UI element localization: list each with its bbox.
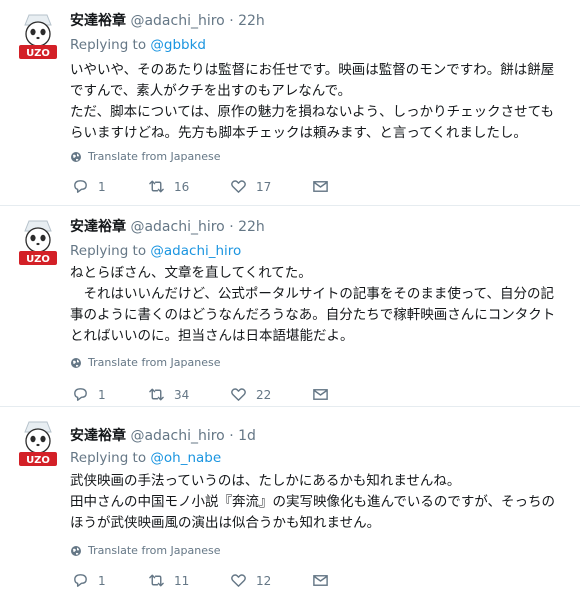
tweet[interactable]: UZO 安達裕章 @adachi_hiro · 1d Replying to @… <box>0 407 580 593</box>
like-count: 12 <box>256 573 272 588</box>
reply-button[interactable]: 1 <box>72 386 106 403</box>
svg-text:UZO: UZO <box>26 48 50 59</box>
retweet-button[interactable]: 16 <box>148 178 189 195</box>
reply-mention-link[interactable]: @oh_nabe <box>150 450 221 466</box>
timestamp[interactable]: 22h <box>238 13 265 29</box>
tweet[interactable]: UZO 安達裕章 @adachi_hiro · 22h Replying to … <box>0 206 580 407</box>
retweet-count: 16 <box>174 179 190 194</box>
replying-to-label: Replying to <box>70 450 147 466</box>
direct-message-button[interactable] <box>312 178 329 195</box>
replying-to-label: Replying to <box>70 243 147 259</box>
reply-button[interactable]: 1 <box>72 572 106 589</box>
tweet-text: いやいや、そのあたりは監督にお任せです。映画は監督のモンですわ。餅は餅屋 ですん… <box>70 60 566 144</box>
retweet-button[interactable]: 11 <box>148 572 189 589</box>
avatar[interactable]: UZO <box>16 216 60 268</box>
retweet-count: 11 <box>174 573 190 588</box>
replying-to-label: Replying to <box>70 37 147 53</box>
tweet-actions: 1 16 17 <box>70 178 350 196</box>
reply-count: 1 <box>98 387 106 402</box>
tweet-text-line: ねとらぼさん、文章を直してくれてた。 <box>70 265 312 281</box>
tweet-text-line: いやいや、そのあたりは監督にお任せです。映画は監督のモンですわ。餅は餅屋 <box>70 62 555 78</box>
tweet[interactable]: UZO 安達裕章 @adachi_hiro · 22h Replying to … <box>0 0 580 206</box>
tweet-actions: 1 11 12 <box>70 572 350 590</box>
tweet-text-line: ですんで、素人がクチを出すのもアレなんで。 <box>70 83 352 99</box>
replying-to: Replying to @gbbkd <box>70 37 206 53</box>
tweet-text: 武侠映画の手法っていうのは、たしかにあるかも知れませんね。 田中さんの中国モノ小… <box>70 471 566 534</box>
retweet-button[interactable]: 34 <box>148 386 189 403</box>
display-name[interactable]: 安達裕章 <box>70 428 126 444</box>
translate-label: Translate from Japanese <box>88 150 221 163</box>
user-handle[interactable]: @adachi_hiro <box>130 13 224 29</box>
user-handle[interactable]: @adachi_hiro <box>130 219 224 235</box>
globe-icon <box>71 545 81 556</box>
retweet-count: 34 <box>174 387 190 402</box>
like-button[interactable]: 12 <box>230 572 271 589</box>
tweet-text-line: とればいいのに。担当さんは日本語堪能だよ。 <box>70 328 354 344</box>
envelope-icon <box>313 575 328 586</box>
svg-text:UZO: UZO <box>26 455 50 466</box>
tweet-text-line: ただ、脚本については、原作の魅力を損ねないよう、しっかりチェックさせても <box>70 104 554 120</box>
timestamp[interactable]: 22h <box>238 219 265 235</box>
tweet-actions: 1 34 22 <box>70 386 350 404</box>
timestamp[interactable]: 1d <box>238 428 256 444</box>
globe-icon <box>71 357 81 368</box>
retweet-icon <box>149 388 164 401</box>
direct-message-button[interactable] <box>312 572 329 589</box>
avatar[interactable]: UZO <box>16 10 60 62</box>
like-button[interactable]: 22 <box>230 386 271 403</box>
heart-icon <box>231 574 246 587</box>
replying-to: Replying to @adachi_hiro <box>70 243 241 259</box>
tweet-header: 安達裕章 @adachi_hiro · 22h <box>70 10 265 30</box>
avatar-image: UZO <box>19 14 57 59</box>
reply-icon <box>74 388 87 401</box>
reply-count: 1 <box>98 179 106 194</box>
replying-to: Replying to @oh_nabe <box>70 450 221 466</box>
translate-link[interactable]: Translate from Japanese <box>70 544 220 557</box>
heart-icon <box>231 388 246 401</box>
globe-icon <box>71 151 81 162</box>
tweet-text: ねとらぼさん、文章を直してくれてた。 それはいいんだけど、公式ポータルサイトの記… <box>70 263 566 347</box>
reply-icon <box>74 180 87 193</box>
like-count: 17 <box>256 179 272 194</box>
reply-count: 1 <box>98 573 106 588</box>
like-count: 22 <box>256 387 272 402</box>
translate-label: Translate from Japanese <box>88 544 221 557</box>
separator-dot: · <box>229 13 234 29</box>
reply-mention-link[interactable]: @gbbkd <box>150 37 206 53</box>
tweet-text-line: 田中さんの中国モノ小説『奔流』の実写映像化も進んでいるのですが、そっちの <box>70 494 556 510</box>
tweet-text-line: 武侠映画の手法っていうのは、たしかにあるかも知れませんね。 <box>70 473 461 489</box>
display-name[interactable]: 安達裕章 <box>70 219 126 235</box>
tweet-text-line: 事のように書くのはどうなんだろうなあ。自分たちで稼軒映画さんにコンタクト <box>70 307 556 323</box>
translate-link[interactable]: Translate from Japanese <box>70 356 220 369</box>
translate-label: Translate from Japanese <box>88 356 221 369</box>
retweet-icon <box>149 574 164 587</box>
separator-dot: · <box>229 219 234 235</box>
tweet-header: 安達裕章 @adachi_hiro · 1d <box>70 425 256 445</box>
reply-mention-link[interactable]: @adachi_hiro <box>150 243 241 259</box>
tweet-text-line: それはいいんだけど、公式ポータルサイトの記事をそのまま使って、自分の記 <box>70 286 554 302</box>
like-button[interactable]: 17 <box>230 178 271 195</box>
avatar-image: UZO <box>19 421 57 466</box>
retweet-icon <box>149 180 164 193</box>
avatar[interactable]: UZO <box>16 417 60 469</box>
user-handle[interactable]: @adachi_hiro <box>130 428 224 444</box>
reply-icon <box>74 574 87 587</box>
tweet-header: 安達裕章 @adachi_hiro · 22h <box>70 216 265 236</box>
direct-message-button[interactable] <box>312 386 329 403</box>
separator-dot: · <box>229 428 234 444</box>
translate-link[interactable]: Translate from Japanese <box>70 150 220 163</box>
envelope-icon <box>313 389 328 400</box>
heart-icon <box>231 180 246 193</box>
svg-text:UZO: UZO <box>26 254 50 265</box>
tweet-text-line: ほうが武侠映画風の演出は似合うかも知れません。 <box>70 515 381 531</box>
envelope-icon <box>313 181 328 192</box>
tweet-text-line: らいますけどね。先方も脚本チェックは頼みます、と言ってくれましたし。 <box>70 125 527 141</box>
avatar-image: UZO <box>19 220 57 265</box>
reply-button[interactable]: 1 <box>72 178 106 195</box>
display-name[interactable]: 安達裕章 <box>70 13 126 29</box>
